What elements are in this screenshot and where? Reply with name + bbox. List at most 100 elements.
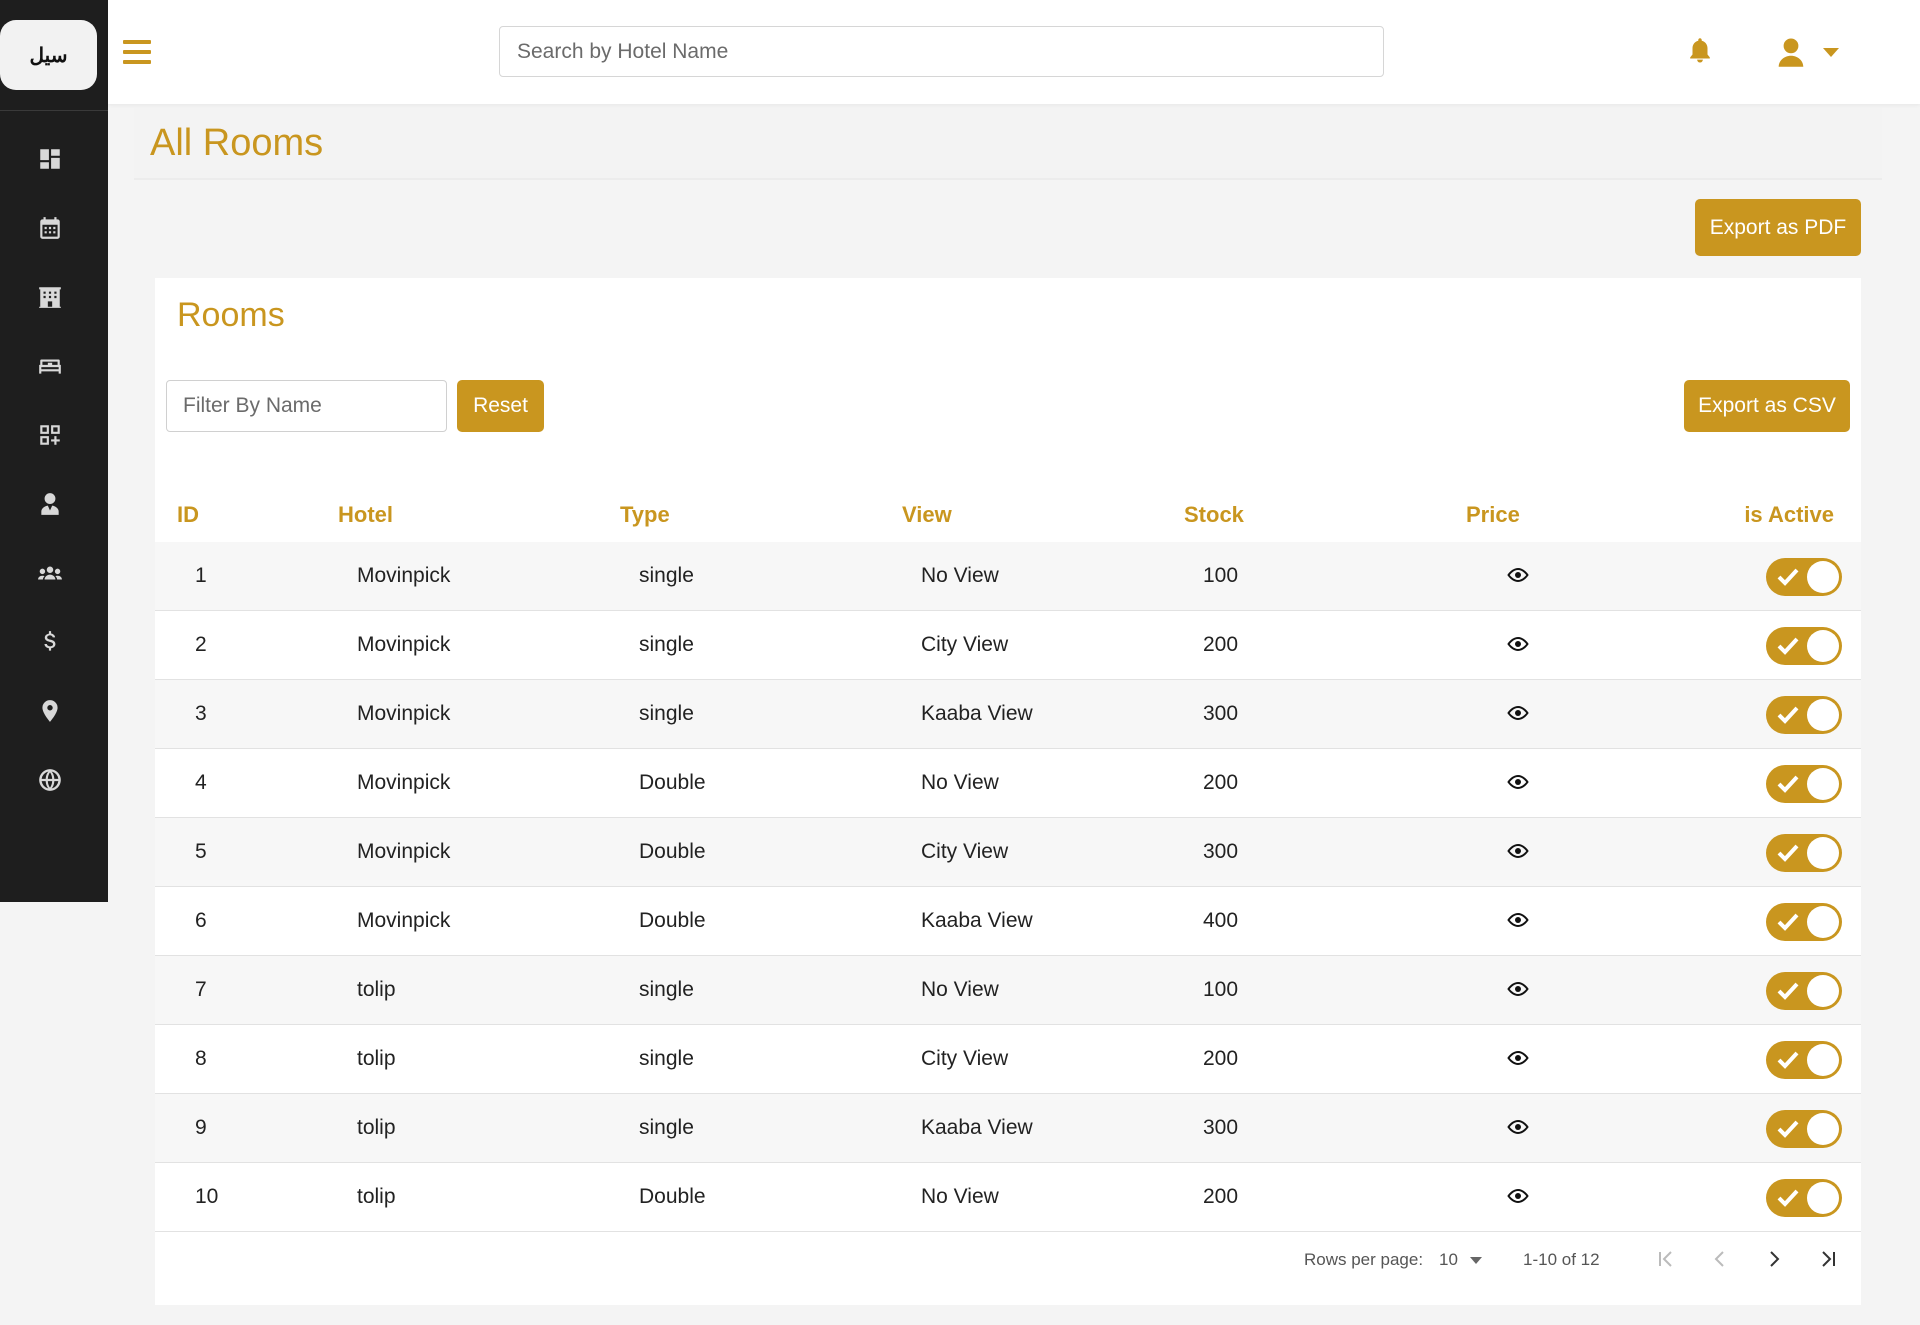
view-price-eye-icon[interactable]: [1506, 841, 1530, 861]
toggle-knob: [1807, 630, 1839, 662]
sidebar-item-languages[interactable]: [30, 760, 70, 800]
view-price-eye-icon[interactable]: [1506, 634, 1530, 654]
filter-by-name-input[interactable]: [166, 380, 447, 432]
user-avatar-icon: [1778, 38, 1804, 67]
page-header: All Rooms: [134, 108, 1882, 180]
sidebar-item-calendar[interactable]: [30, 208, 70, 248]
rows-per-page-label: Rows per page:: [1304, 1250, 1424, 1269]
cell-type: single: [639, 633, 694, 656]
column-header-is-active[interactable]: is Active: [1744, 502, 1834, 528]
table-row: 6 Movinpick Double Kaaba View 400: [155, 887, 1861, 956]
toggle-knob: [1807, 1113, 1839, 1145]
cell-view: No View: [921, 978, 999, 1001]
cell-hotel: Movinpick: [357, 633, 451, 656]
cell-type: Double: [639, 909, 706, 932]
cell-type: single: [639, 702, 694, 725]
cell-stock: 200: [1203, 771, 1239, 794]
is-active-toggle[interactable]: [1766, 558, 1842, 596]
check-icon: [1777, 982, 1799, 1000]
toggle-knob: [1807, 1044, 1839, 1076]
cell-id: 7: [195, 978, 207, 1001]
cell-type: Double: [639, 1185, 706, 1208]
notification-bell-icon[interactable]: [1686, 36, 1714, 66]
user-menu[interactable]: [1776, 34, 1866, 70]
sidebar: سيل: [0, 0, 108, 902]
column-header-type[interactable]: Type: [620, 502, 670, 528]
menu-toggle-icon[interactable]: [123, 40, 151, 64]
cell-hotel: Movinpick: [357, 702, 451, 725]
rows-per-page-select[interactable]: 10: [1439, 1250, 1483, 1270]
cell-hotel: tolip: [357, 1185, 396, 1208]
first-page-button[interactable]: [1651, 1244, 1681, 1274]
cell-view: No View: [921, 564, 999, 587]
export-csv-button[interactable]: Export as CSV: [1684, 380, 1850, 432]
view-price-eye-icon[interactable]: [1506, 1186, 1530, 1206]
users-group-icon: [38, 566, 62, 580]
cell-stock: 100: [1203, 978, 1239, 1001]
view-price-eye-icon[interactable]: [1506, 979, 1530, 999]
cell-hotel: Movinpick: [357, 840, 451, 863]
sidebar-item-users[interactable]: [30, 553, 70, 593]
table-row: 5 Movinpick Double City View 300: [155, 818, 1861, 887]
cell-id: 9: [195, 1116, 207, 1139]
toggle-knob: [1807, 837, 1839, 869]
sidebar-item-hotels[interactable]: [30, 277, 70, 317]
is-active-toggle[interactable]: [1766, 834, 1842, 872]
is-active-toggle[interactable]: [1766, 696, 1842, 734]
is-active-toggle[interactable]: [1766, 972, 1842, 1010]
column-header-view[interactable]: View: [902, 502, 952, 528]
next-page-button[interactable]: [1759, 1244, 1789, 1274]
is-active-toggle[interactable]: [1766, 1179, 1842, 1217]
chevron-left-icon: [1714, 1251, 1724, 1267]
caret-down-icon: [1823, 48, 1839, 57]
table-row: 1 Movinpick single No View 100: [155, 542, 1861, 611]
is-active-toggle[interactable]: [1766, 627, 1842, 665]
check-icon: [1777, 1189, 1799, 1207]
view-price-eye-icon[interactable]: [1506, 1048, 1530, 1068]
view-price-eye-icon[interactable]: [1506, 703, 1530, 723]
bed-icon: [39, 359, 61, 374]
sidebar-item-locations[interactable]: [30, 691, 70, 731]
cell-id: 2: [195, 633, 207, 656]
check-icon: [1777, 913, 1799, 931]
is-active-toggle[interactable]: [1766, 1110, 1842, 1148]
toggle-knob: [1807, 1182, 1839, 1214]
table-row: 10 tolip Double No View 200: [155, 1163, 1861, 1232]
sidebar-item-dashboard[interactable]: [30, 139, 70, 179]
hotel-search-input[interactable]: [499, 26, 1384, 77]
cell-hotel: Movinpick: [357, 564, 451, 587]
column-header-hotel[interactable]: Hotel: [338, 502, 393, 528]
sidebar-item-finance[interactable]: [30, 622, 70, 662]
previous-page-button[interactable]: [1705, 1244, 1735, 1274]
cell-id: 5: [195, 840, 207, 863]
column-header-price[interactable]: Price: [1466, 502, 1520, 528]
first-page-icon: [1659, 1251, 1672, 1267]
table-row: 7 tolip single No View 100: [155, 956, 1861, 1025]
cell-view: Kaaba View: [921, 1116, 1033, 1139]
column-header-id[interactable]: ID: [177, 502, 199, 528]
view-price-eye-icon[interactable]: [1506, 772, 1530, 792]
top-bar: [108, 0, 1920, 104]
check-icon: [1777, 1051, 1799, 1069]
is-active-toggle[interactable]: [1766, 903, 1842, 941]
reset-button[interactable]: Reset: [457, 380, 544, 432]
logo[interactable]: سيل: [0, 20, 97, 90]
sidebar-item-staff[interactable]: [30, 484, 70, 524]
last-page-button[interactable]: [1813, 1244, 1843, 1274]
sidebar-item-widgets[interactable]: [30, 415, 70, 455]
calendar-icon: [40, 217, 60, 239]
sidebar-item-rooms[interactable]: [30, 346, 70, 386]
view-price-eye-icon[interactable]: [1506, 910, 1530, 930]
is-active-toggle[interactable]: [1766, 765, 1842, 803]
view-price-eye-icon[interactable]: [1506, 565, 1530, 585]
table-header: ID Hotel Type View Stock Price is Active: [155, 488, 1861, 542]
view-price-eye-icon[interactable]: [1506, 1117, 1530, 1137]
column-header-stock[interactable]: Stock: [1184, 502, 1244, 528]
export-pdf-button[interactable]: Export as PDF: [1695, 199, 1861, 256]
is-active-toggle[interactable]: [1766, 1041, 1842, 1079]
table-row: 4 Movinpick Double No View 200: [155, 749, 1861, 818]
cell-stock: 300: [1203, 840, 1239, 863]
location-pin-icon: [42, 700, 58, 722]
toggle-knob: [1807, 906, 1839, 938]
check-icon: [1777, 706, 1799, 724]
